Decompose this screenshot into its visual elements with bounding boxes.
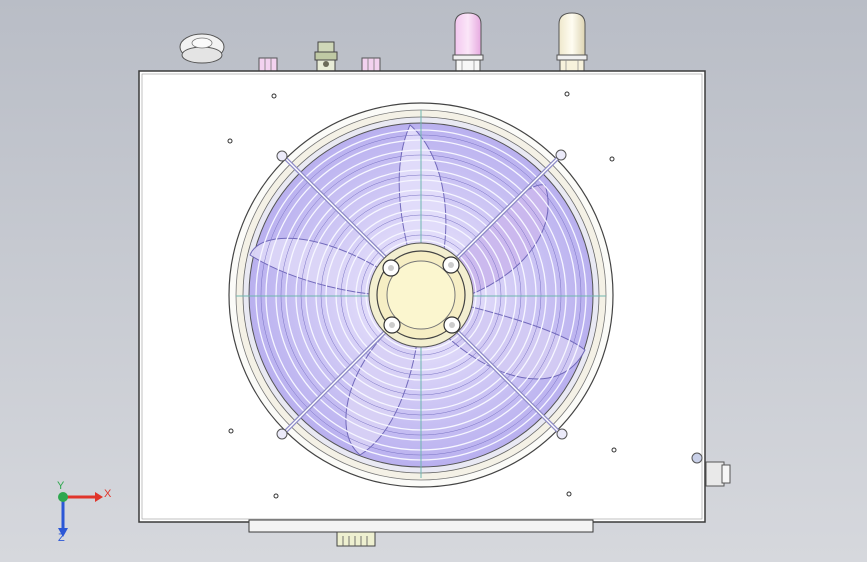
coordinate-triad: X Y Z [57, 480, 112, 544]
x-axis-label: X [104, 488, 112, 500]
fan-assembly[interactable] [228, 102, 614, 488]
cad-viewport[interactable]: X Y Z [0, 0, 867, 562]
z-axis-label: Z [58, 532, 65, 544]
pink-pipe[interactable] [452, 12, 484, 72]
y-axis-label: Y [57, 480, 65, 492]
y-axis-dot [58, 492, 68, 502]
top-fittings[interactable] [179, 12, 588, 72]
small-port-left[interactable] [258, 57, 278, 72]
fan-hub [368, 242, 474, 348]
cap-knob[interactable] [179, 33, 225, 64]
valve[interactable] [314, 41, 338, 72]
small-port-right[interactable] [361, 57, 381, 72]
cream-pipe[interactable] [556, 12, 588, 72]
